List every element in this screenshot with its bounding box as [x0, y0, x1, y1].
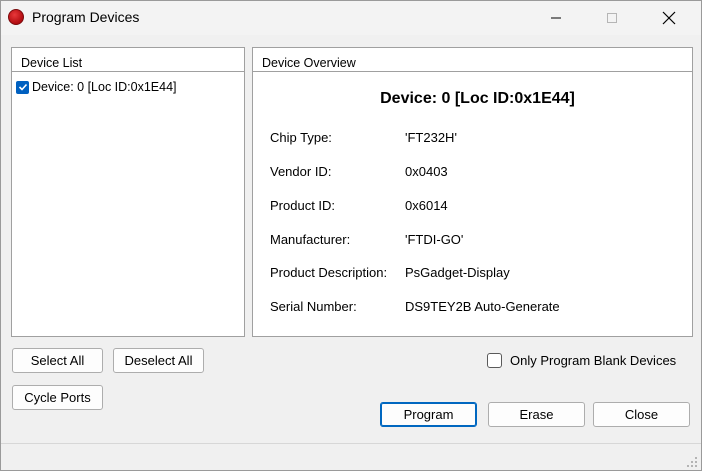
product-description-label: Product Description:: [270, 265, 388, 280]
minimize-icon: [551, 17, 561, 19]
manufacturer-label: Manufacturer:: [270, 232, 351, 247]
vendor-id-value: 0x0403: [405, 164, 448, 179]
deselect-all-button[interactable]: Deselect All: [113, 348, 204, 373]
maximize-icon: [607, 13, 617, 23]
close-window-button[interactable]: [646, 1, 692, 35]
close-icon: [662, 11, 676, 25]
program-devices-window: Program Devices Device List Device: 0 [L…: [0, 0, 702, 471]
device-overview-panel: Device Overview Device: 0 [Loc ID:0x1E44…: [252, 47, 693, 337]
chip-type-value: 'FT232H': [405, 130, 457, 145]
program-button[interactable]: Program: [380, 402, 477, 427]
device-list-panel: Device List Device: 0 [Loc ID:0x1E44]: [11, 47, 245, 337]
select-all-button[interactable]: Select All: [12, 348, 103, 373]
serial-number-value: DS9TEY2B Auto-Generate: [405, 299, 560, 314]
close-button[interactable]: Close: [593, 402, 690, 427]
serial-number-label: Serial Number:: [270, 299, 357, 314]
device-list-item[interactable]: Device: 0 [Loc ID:0x1E44]: [16, 78, 177, 96]
product-id-value: 0x6014: [405, 198, 448, 213]
cycle-ports-button[interactable]: Cycle Ports: [12, 385, 103, 410]
erase-button[interactable]: Erase: [488, 402, 585, 427]
status-strip: [1, 443, 701, 471]
only-blank-checkbox[interactable]: [487, 353, 502, 368]
device-list-header: Device List: [12, 48, 244, 72]
title-bar[interactable]: Program Devices: [1, 1, 701, 35]
manufacturer-value: 'FTDI-GO': [405, 232, 464, 247]
resize-grip-icon[interactable]: [686, 456, 698, 468]
vendor-id-label: Vendor ID:: [270, 164, 332, 179]
chip-type-label: Chip Type:: [270, 130, 332, 145]
device-overview-title: Device: 0 [Loc ID:0x1E44]: [380, 90, 575, 107]
only-blank-label[interactable]: Only Program Blank Devices: [510, 353, 676, 368]
app-icon: [8, 9, 24, 25]
window-title: Program Devices: [32, 9, 140, 25]
product-description-value: PsGadget-Display: [405, 265, 510, 280]
minimize-button[interactable]: [533, 1, 579, 35]
device-checkbox[interactable]: [16, 80, 29, 94]
maximize-button[interactable]: [589, 1, 635, 35]
device-overview-header: Device Overview: [253, 48, 692, 72]
device-list-item-label: Device: 0 [Loc ID:0x1E44]: [32, 80, 177, 94]
checkmark-icon: [18, 83, 27, 91]
product-id-label: Product ID:: [270, 198, 336, 213]
